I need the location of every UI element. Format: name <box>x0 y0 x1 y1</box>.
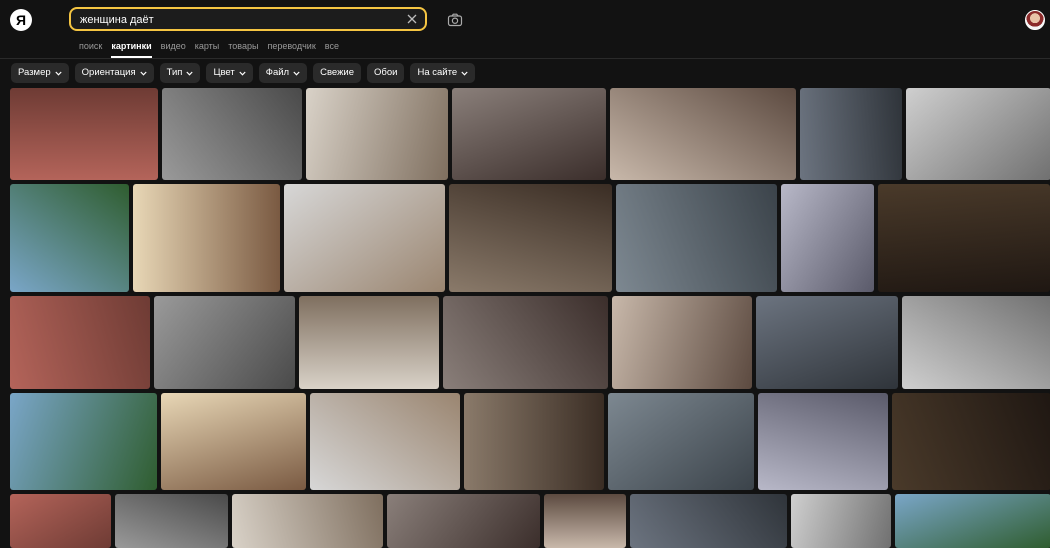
filter-button-3[interactable]: Цвет <box>206 63 253 83</box>
image-thumbnail[interactable] <box>310 393 460 490</box>
image-thumbnail[interactable] <box>800 88 902 180</box>
image-thumbnail[interactable] <box>443 296 608 389</box>
image-thumbnail[interactable] <box>299 296 439 389</box>
filter-button-2[interactable]: Тип <box>159 63 201 83</box>
image-thumbnail[interactable] <box>464 393 604 490</box>
filter-button-1[interactable]: Ориентация <box>74 63 154 83</box>
tab-1[interactable]: картинки <box>111 40 152 58</box>
filter-bar: Размер Ориентация Тип Цвет Файл Свежие Обои На … <box>11 63 476 83</box>
header: Я поиск картинки видео карты товары переводчи… <box>0 0 1050 59</box>
filter-label: Обои <box>374 67 398 78</box>
filter-label: Размер <box>18 67 51 78</box>
image-thumbnail[interactable] <box>154 296 295 389</box>
image-thumbnail[interactable] <box>758 393 888 490</box>
chevron-down-icon <box>461 71 468 76</box>
image-thumbnail[interactable] <box>387 494 540 548</box>
image-thumbnail[interactable] <box>161 393 306 490</box>
image-thumbnail[interactable] <box>630 494 787 548</box>
filter-label: На сайте <box>417 67 458 78</box>
image-thumbnail[interactable] <box>544 494 626 548</box>
image-thumbnail[interactable] <box>115 494 228 548</box>
close-icon[interactable] <box>406 13 418 25</box>
image-thumbnail[interactable] <box>133 184 280 292</box>
filter-label: Файл <box>265 67 290 78</box>
image-thumbnail[interactable] <box>878 184 1050 292</box>
image-thumbnail[interactable] <box>10 296 150 389</box>
search-input[interactable] <box>80 12 400 28</box>
avatar[interactable] <box>1025 10 1045 30</box>
image-thumbnail[interactable] <box>610 88 796 180</box>
filter-button-4[interactable]: Файл <box>258 63 308 83</box>
image-thumbnail[interactable] <box>232 494 383 548</box>
image-thumbnail[interactable] <box>612 296 752 389</box>
filter-label: Тип <box>166 67 183 78</box>
chevron-down-icon <box>293 71 300 76</box>
image-thumbnail[interactable] <box>791 494 891 548</box>
image-thumbnail[interactable] <box>162 88 302 180</box>
chevron-down-icon <box>186 71 194 76</box>
image-thumbnail[interactable] <box>10 184 129 292</box>
image-thumbnail[interactable] <box>284 184 445 292</box>
image-thumbnail[interactable] <box>449 184 612 292</box>
filter-label: Цвет <box>213 67 235 78</box>
tab-6[interactable]: все <box>325 40 339 54</box>
image-thumbnail[interactable] <box>10 393 157 490</box>
image-thumbnail[interactable] <box>756 296 898 389</box>
image-thumbnail[interactable] <box>306 88 448 180</box>
chevron-down-icon <box>55 71 62 76</box>
image-thumbnail[interactable] <box>895 494 1050 548</box>
tab-0[interactable]: поиск <box>79 40 102 54</box>
filter-button-6[interactable]: Обои <box>367 63 405 83</box>
search-box[interactable] <box>69 7 427 31</box>
search-tabs: поиск картинки видео карты товары переводчик в… <box>79 40 339 58</box>
image-thumbnail[interactable] <box>616 184 777 292</box>
tab-2[interactable]: видео <box>161 40 186 54</box>
image-thumbnail[interactable] <box>892 393 1050 490</box>
image-thumbnail[interactable] <box>452 88 606 180</box>
image-thumbnail[interactable] <box>906 88 1050 180</box>
tab-4[interactable]: товары <box>228 40 258 54</box>
tab-5[interactable]: переводчик <box>267 40 315 54</box>
image-thumbnail[interactable] <box>608 393 754 490</box>
image-thumbnail[interactable] <box>10 494 111 548</box>
filter-button-0[interactable]: Размер <box>11 63 69 83</box>
chevron-down-icon <box>239 71 246 76</box>
filter-label: Свежие <box>320 67 355 78</box>
chevron-down-icon <box>139 71 147 76</box>
yandex-logo[interactable]: Я <box>10 9 32 31</box>
filter-button-5[interactable]: Свежие <box>313 63 362 83</box>
image-thumbnail[interactable] <box>781 184 874 292</box>
camera-icon[interactable] <box>447 12 463 28</box>
image-thumbnail[interactable] <box>902 296 1050 389</box>
filter-label: Ориентация <box>81 67 136 78</box>
filter-button-7[interactable]: На сайте <box>410 63 476 83</box>
tab-3[interactable]: карты <box>195 40 220 54</box>
image-thumbnail[interactable] <box>10 88 158 180</box>
